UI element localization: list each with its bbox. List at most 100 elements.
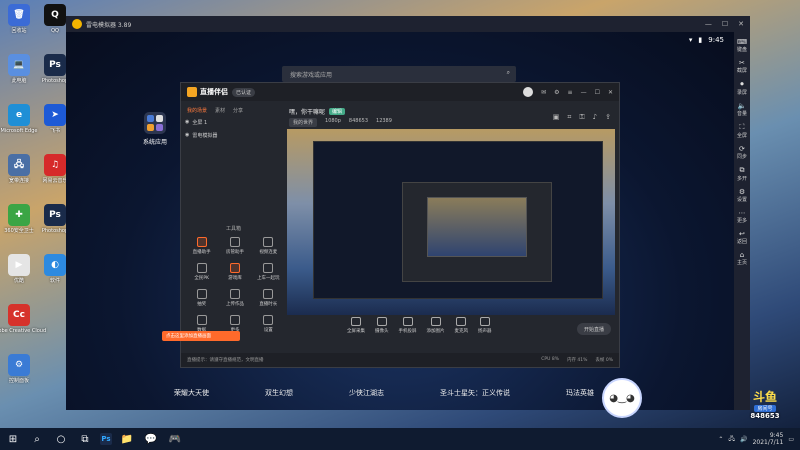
edit-title-button[interactable]: 编辑 <box>329 108 346 115</box>
sidebar-tool[interactable]: ⌨ 键盘 <box>737 38 747 53</box>
source-button[interactable]: 摄像头 <box>375 317 389 334</box>
system-apps-folder[interactable]: 系统应用 <box>138 112 172 146</box>
sidebar-tool-icon: ✂ <box>739 59 745 67</box>
toolbox-item[interactable]: 直播助手 <box>185 237 218 255</box>
source-button[interactable]: 扬声器 <box>478 317 492 334</box>
taskbar-clock[interactable]: 9:45 2021/7/11 <box>753 432 784 446</box>
eye-icon[interactable]: ◉ <box>185 119 189 126</box>
add-source-toast[interactable]: 点击这里添加直播画面 <box>162 331 240 341</box>
desktop-icon[interactable]: ▶ 优酷 <box>2 254 36 294</box>
windows-start-icon[interactable]: ⊞ <box>4 430 22 448</box>
toolbox-item[interactable]: 设置 <box>252 315 285 333</box>
lock-icon[interactable]: ⚿ <box>579 113 584 122</box>
source-button[interactable]: 添加图片 <box>427 317 445 334</box>
desktop-icon[interactable]: ✚ 360安全卫士 <box>2 204 36 244</box>
sidebar-tool[interactable]: ⚙ 设置 <box>737 188 747 203</box>
toolbox-item[interactable]: 游戏库 <box>218 263 251 281</box>
sidebar-tool[interactable]: ⛶ 全屏 <box>737 123 747 139</box>
desktop-icon-glyph: 💻 <box>8 54 30 76</box>
task-view-icon[interactable]: ⧉ <box>76 430 94 448</box>
maximize-icon[interactable]: ☐ <box>595 89 600 96</box>
sidebar-tool[interactable]: ↩ 返回 <box>737 230 747 245</box>
sidebar-tool-label: 音量 <box>736 111 747 117</box>
source-button-icon <box>479 317 490 326</box>
desktop-icon[interactable]: 💻 此电脑 <box>2 54 36 94</box>
desktop-icon[interactable]: ⚙ 控制面板 <box>2 354 36 394</box>
source-button[interactable]: 全屏采集 <box>347 317 365 334</box>
toolbox-item[interactable]: 房管助手 <box>218 237 251 255</box>
sidebar-tool-icon: ⟳ <box>739 145 745 153</box>
maximize-icon[interactable]: ☐ <box>722 20 728 28</box>
desktop-icon[interactable]: Cc Adobe Creative Cloud <box>0 304 46 344</box>
desktop-icon-glyph: e <box>8 104 30 126</box>
sidebar-tool[interactable]: ⟳ 同步 <box>737 145 747 160</box>
taskbar-app-emulator[interactable]: 🎮 <box>166 430 184 448</box>
game-item[interactable]: 荣耀大天使 <box>174 388 209 398</box>
desktop-icon[interactable]: 🗑 回收站 <box>2 4 36 44</box>
taskbar-app-chat[interactable]: 💬 <box>142 430 160 448</box>
scene-item[interactable]: ◉ 雷电模拟器 <box>185 132 217 139</box>
sidebar-tool[interactable]: ⌂ 主页 <box>737 251 747 266</box>
sidebar-tool-label: 多开 <box>736 176 747 182</box>
volume-icon[interactable]: 🔊 <box>740 436 747 443</box>
search-icon[interactable]: ⌕ <box>28 430 46 448</box>
close-icon[interactable]: ✕ <box>738 20 744 28</box>
toolbox-item[interactable]: 抽奖 <box>185 289 218 307</box>
sidebar-tool[interactable]: ⋯ 更多 <box>737 209 747 224</box>
sidebar-tool[interactable]: ⏺ 录屏 <box>737 80 747 96</box>
search-icon[interactable]: ⌕ <box>507 69 510 77</box>
game-item[interactable]: 少侠江湖志 <box>349 388 384 398</box>
cortana-icon[interactable]: ○ <box>52 430 70 448</box>
bell-icon[interactable]: ♪ <box>593 113 597 122</box>
viewer-count: 12389 <box>376 118 392 124</box>
settings-icon[interactable]: ⚙ <box>554 89 559 96</box>
sidebar-tool-icon: ⛶ <box>739 123 745 131</box>
message-icon[interactable]: ✉ <box>541 89 546 96</box>
source-button[interactable]: 麦克风 <box>455 317 468 334</box>
layout-icon[interactable]: ▣ <box>553 113 560 122</box>
minimize-icon[interactable]: — <box>705 20 712 28</box>
desktop-icon[interactable]: 🖧 宽带连接 <box>2 154 36 194</box>
eye-icon[interactable]: ◉ <box>185 132 189 139</box>
toolbox-item[interactable]: 视频连麦 <box>252 237 285 255</box>
game-item[interactable]: 玛法英雄 <box>566 388 594 398</box>
category-select[interactable]: 我的世界 <box>289 118 318 127</box>
emulator-search-input[interactable]: 搜索游戏或应用 ⌕ <box>282 66 516 82</box>
source-button[interactable]: 手机投屏 <box>399 317 417 334</box>
stream-preview[interactable] <box>287 129 615 315</box>
toolbox-item[interactable]: 直播时长 <box>252 289 285 307</box>
avatar[interactable] <box>523 87 534 97</box>
taskbar-app-explorer[interactable]: 📁 <box>118 430 136 448</box>
sidebar-tool[interactable]: 🔈 音量 <box>737 102 747 117</box>
network-icon[interactable]: 🖧 <box>728 434 735 444</box>
crop-icon[interactable]: ⌗ <box>567 113 571 122</box>
tab-scenes[interactable]: 我的场景 <box>187 107 207 114</box>
sidebar-tool[interactable]: ⧉ 多开 <box>737 166 747 182</box>
toolbox-item-label: 直播时长 <box>259 302 278 307</box>
tab-materials[interactable]: 素材 <box>215 107 225 114</box>
stream-title: 嘿，你干嘛呢 <box>289 109 326 116</box>
notification-icon[interactable]: ▭ <box>788 436 794 443</box>
game-item[interactable]: 圣斗士星矢：正义传说 <box>440 388 510 398</box>
taskbar-app-photoshop[interactable]: Ps <box>100 433 112 445</box>
live-titlebar[interactable]: 直播伴侣 已认证 ✉ ⚙ ≡ — ☐ ✕ <box>181 83 619 101</box>
desktop-icon-label: Photoshop <box>41 228 69 234</box>
toolbox-item-icon <box>263 289 274 299</box>
sidebar-tool[interactable]: ✂ 截屏 <box>737 59 747 74</box>
menu-icon[interactable]: ≡ <box>568 89 573 96</box>
scene-item[interactable]: ◉ 全屏 1 <box>185 119 217 126</box>
toolbox-item-icon <box>196 315 207 325</box>
minimize-icon[interactable]: — <box>581 89 587 96</box>
toolbox-item[interactable]: 上传作品 <box>218 289 251 307</box>
tab-share[interactable]: 分享 <box>233 107 243 114</box>
emulator-titlebar[interactable]: 雷电模拟器 3.89 — ☐ ✕ <box>66 16 750 32</box>
start-live-button[interactable]: 开始直播 <box>577 323 611 335</box>
tray-chevron-icon[interactable]: ⌃ <box>718 436 723 443</box>
douyu-logo: 斗鱼 <box>752 390 777 404</box>
game-item[interactable]: 双生幻想 <box>265 388 293 398</box>
close-icon[interactable]: ✕ <box>608 89 613 96</box>
toolbox-item[interactable]: 全民PK <box>185 263 218 281</box>
share-icon[interactable]: ⇪ <box>605 113 611 122</box>
toolbox-item[interactable]: 上车一起玩 <box>252 263 285 281</box>
desktop-icon[interactable]: e Microsoft Edge <box>1 104 37 144</box>
